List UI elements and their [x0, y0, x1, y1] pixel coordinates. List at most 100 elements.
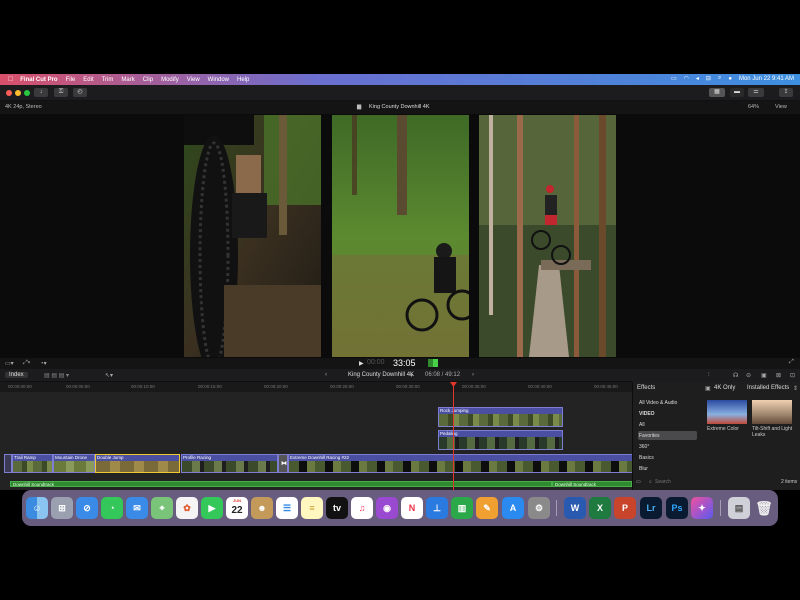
dock-tv-icon[interactable]: tv	[326, 497, 348, 519]
volume-icon[interactable]: ◂	[696, 75, 699, 82]
dock-app-store-icon[interactable]: A	[502, 497, 524, 519]
effects-browser-icon[interactable]: ▣	[761, 372, 767, 379]
timeline-project-title[interactable]: King County Downhill 4K	[348, 372, 414, 378]
info-icon[interactable]: ⊡	[790, 372, 795, 379]
category-basics[interactable]: Basics	[639, 455, 654, 461]
primary-clip[interactable]: Profile Racing	[181, 454, 278, 473]
dock-system-preferences-icon[interactable]: ⚙	[528, 497, 550, 519]
keyword-button[interactable]: ⚿	[54, 88, 68, 97]
headphones-icon[interactable]: ☊	[733, 372, 738, 379]
4k-only-toggle[interactable]: 4K Only	[714, 385, 735, 391]
menu-app-name[interactable]: Final Cut Pro	[20, 77, 57, 83]
dock-photoshop-icon[interactable]: Ps	[666, 497, 688, 519]
viewer-zoom[interactable]: 64%	[748, 104, 759, 110]
timecode-display[interactable]: 33:05	[393, 358, 416, 368]
audio-clip[interactable]: Downhill Soundtrack	[10, 481, 552, 487]
browser-toggle-button[interactable]: ▦	[709, 88, 725, 97]
play-icon[interactable]: ▶	[359, 360, 364, 367]
apple-menu-icon[interactable]: 	[8, 76, 13, 83]
transitions-icon[interactable]: ⊠	[776, 372, 781, 379]
dock-calendar-icon[interactable]: JUN 22	[226, 497, 248, 519]
dock-safari-icon[interactable]: ⊘	[76, 497, 98, 519]
menu-modify[interactable]: Modify	[161, 77, 179, 83]
import-button[interactable]: ↓	[34, 88, 48, 97]
transform-icon[interactable]: ⤢▾	[23, 360, 30, 367]
dock-finder-icon[interactable]: ☺	[26, 497, 48, 519]
primary-clip[interactable]: Extreme Downhill Racing #22	[288, 454, 633, 473]
dock-photos-icon[interactable]: ✿	[176, 497, 198, 519]
inspector-toggle-button[interactable]: ⚌	[748, 88, 764, 97]
primary-clip-selected[interactable]: Double Jump	[95, 454, 180, 473]
menu-datetime[interactable]: Mon Jun 22 9:41 AM	[739, 76, 794, 82]
menu-window[interactable]: Window	[208, 77, 229, 83]
menu-trim[interactable]: Trim	[102, 77, 114, 83]
playhead[interactable]	[453, 384, 454, 490]
project-dropdown-icon[interactable]: ▾	[410, 372, 413, 379]
category-all-video-audio[interactable]: All Video & Audio	[639, 400, 677, 406]
connected-clip[interactable]: Rock Jumping	[438, 407, 563, 427]
audio-clip[interactable]: Downhill Soundtrack	[552, 481, 632, 487]
dock-launchpad-icon[interactable]: ⊞	[51, 497, 73, 519]
category-360[interactable]: 360°	[639, 444, 649, 450]
dock-numbers-icon[interactable]: ▥	[451, 497, 473, 519]
forward-arrow-icon[interactable]: ›	[472, 372, 474, 378]
dock-notes-icon[interactable]: ≡	[301, 497, 323, 519]
background-tasks-button[interactable]: ◴	[73, 88, 87, 97]
category-favorites[interactable]: Favorites	[639, 433, 660, 439]
effect-thumbnail-light-leaks[interactable]	[752, 400, 792, 424]
dock-mail-icon[interactable]: ✉	[126, 497, 148, 519]
minimize-button[interactable]	[15, 90, 21, 96]
menu-mark[interactable]: Mark	[121, 77, 134, 83]
dock-news-icon[interactable]: N	[401, 497, 423, 519]
dropdown-chevron-icon[interactable]: ⇕	[793, 385, 798, 392]
dock-music-icon[interactable]: ♫	[351, 497, 373, 519]
effect-thumbnail-extreme-color[interactable]	[707, 400, 747, 424]
timeline-toggle-button[interactable]: ▬	[730, 88, 744, 97]
primary-clip[interactable]: Mountain Drone	[53, 454, 95, 473]
dock-powerpoint-icon[interactable]: P	[614, 497, 636, 519]
timeline-ruler[interactable]: 00:00:00:00 00:00:05:00 00:00:10:00 00:0…	[0, 382, 632, 392]
dock-messages-icon[interactable]: ◔	[101, 497, 123, 519]
zoom-tool-icon[interactable]: ⊝	[746, 372, 751, 379]
fullscreen-icon[interactable]: ⤢	[789, 359, 794, 366]
dock-excel-icon[interactable]: X	[589, 497, 611, 519]
clip-appearance-icon[interactable]: ▤ ▤ ▤ ▾	[44, 372, 69, 379]
close-button[interactable]	[6, 90, 12, 96]
menu-edit[interactable]: Edit	[83, 77, 93, 83]
siri-icon[interactable]: ●	[728, 76, 732, 82]
wifi-icon[interactable]: ◠	[684, 75, 689, 82]
search-icon[interactable]: ⌕	[718, 75, 721, 82]
dock-facetime-icon[interactable]: ▶	[201, 497, 223, 519]
effects-search-input[interactable]	[655, 478, 725, 486]
dock-contacts-icon[interactable]: ☻	[251, 497, 273, 519]
dock-final-cut-pro-icon[interactable]: ✦	[691, 497, 713, 519]
select-tool-icon[interactable]: ↖▾	[105, 372, 113, 379]
index-button[interactable]: Index	[5, 372, 28, 378]
sidebar-toggle-icon[interactable]: ▭	[636, 479, 641, 485]
gap-clip[interactable]	[4, 454, 12, 473]
primary-clip[interactable]: Trail Ramp	[12, 454, 53, 473]
audio-meter-icon[interactable]: ⫶	[708, 372, 710, 379]
dock-word-icon[interactable]: W	[564, 497, 586, 519]
display-icon[interactable]: ▭	[671, 75, 677, 82]
dock-keynote-icon[interactable]: ⊥	[426, 497, 448, 519]
dock-reminders-icon[interactable]: ☰	[276, 497, 298, 519]
dock-maps-icon[interactable]: ⌖	[151, 497, 173, 519]
dock-trash-icon[interactable]: 🗑	[753, 497, 775, 519]
control-center-icon[interactable]: ⊟	[706, 75, 711, 82]
connected-clip[interactable]: Pedaling	[438, 430, 563, 450]
category-all[interactable]: All	[639, 422, 645, 428]
menu-help[interactable]: Help	[237, 77, 249, 83]
dock-preview-icon[interactable]: ▤	[728, 497, 750, 519]
menu-view[interactable]: View	[187, 77, 200, 83]
transition[interactable]: ⧓	[278, 454, 288, 473]
zoom-button[interactable]	[24, 90, 30, 96]
dock-podcasts-icon[interactable]: ◉	[376, 497, 398, 519]
menu-clip[interactable]: Clip	[143, 77, 153, 83]
installed-effects-dropdown[interactable]: Installed Effects	[747, 385, 789, 391]
share-button[interactable]: ⇪	[779, 88, 793, 97]
menu-file[interactable]: File	[66, 77, 76, 83]
dock-lightroom-icon[interactable]: Lr	[640, 497, 662, 519]
category-blur[interactable]: Blur	[639, 466, 648, 472]
view-options-icon[interactable]: ▭▾	[5, 360, 14, 367]
